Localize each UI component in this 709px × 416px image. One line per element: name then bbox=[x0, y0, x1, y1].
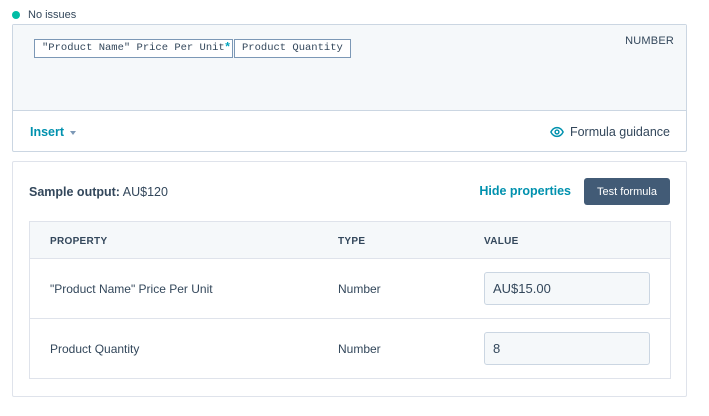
test-panel: Sample output: AU$120 Hide properties Te… bbox=[12, 161, 687, 397]
status-indicator: No issues bbox=[12, 8, 76, 22]
property-value-input[interactable] bbox=[484, 272, 650, 305]
sample-output-value: AU$120 bbox=[122, 185, 168, 199]
insert-label: Insert bbox=[30, 125, 65, 139]
property-name: Product Quantity bbox=[50, 342, 140, 356]
editor-toolbar: Insert Formula guidance bbox=[13, 112, 686, 152]
sample-output: Sample output: AU$120 bbox=[29, 185, 168, 199]
chevron-down-icon bbox=[70, 130, 77, 135]
formula-input-area[interactable]: "Product Name" Price Per Unit * Product … bbox=[13, 25, 686, 111]
formula-editor: "Product Name" Price Per Unit * Product … bbox=[12, 24, 687, 152]
formula-guidance-label: Formula guidance bbox=[569, 125, 670, 139]
sample-output-label: Sample output: bbox=[29, 185, 120, 199]
property-name: "Product Name" Price Per Unit bbox=[50, 282, 213, 296]
test-formula-button[interactable]: Test formula bbox=[584, 178, 670, 205]
property-value-input[interactable] bbox=[484, 332, 650, 365]
header-value: VALUE bbox=[484, 236, 519, 247]
property-type: Number bbox=[338, 342, 381, 356]
property-type: Number bbox=[338, 282, 381, 296]
status-dot-icon bbox=[12, 11, 20, 19]
formula-guidance-link[interactable]: Formula guidance bbox=[550, 125, 670, 139]
table-header: PROPERTY TYPE VALUE bbox=[30, 222, 670, 259]
insert-dropdown[interactable]: Insert bbox=[30, 125, 77, 139]
hide-properties-link[interactable]: Hide properties bbox=[479, 184, 571, 198]
formula-token-price-per-unit[interactable]: "Product Name" Price Per Unit bbox=[34, 39, 233, 58]
formula-type-badge: NUMBER bbox=[625, 35, 674, 47]
status-text: No issues bbox=[28, 9, 77, 21]
formula-token-product-quantity[interactable]: Product Quantity bbox=[234, 39, 351, 58]
table-row: Product Quantity Number bbox=[30, 319, 670, 379]
table-row: "Product Name" Price Per Unit Number bbox=[30, 259, 670, 319]
header-property: PROPERTY bbox=[50, 236, 108, 247]
formula-operator: * bbox=[224, 41, 232, 55]
properties-table: PROPERTY TYPE VALUE "Product Name" Price… bbox=[29, 221, 671, 379]
header-type: TYPE bbox=[338, 236, 366, 247]
eye-icon bbox=[550, 126, 564, 138]
